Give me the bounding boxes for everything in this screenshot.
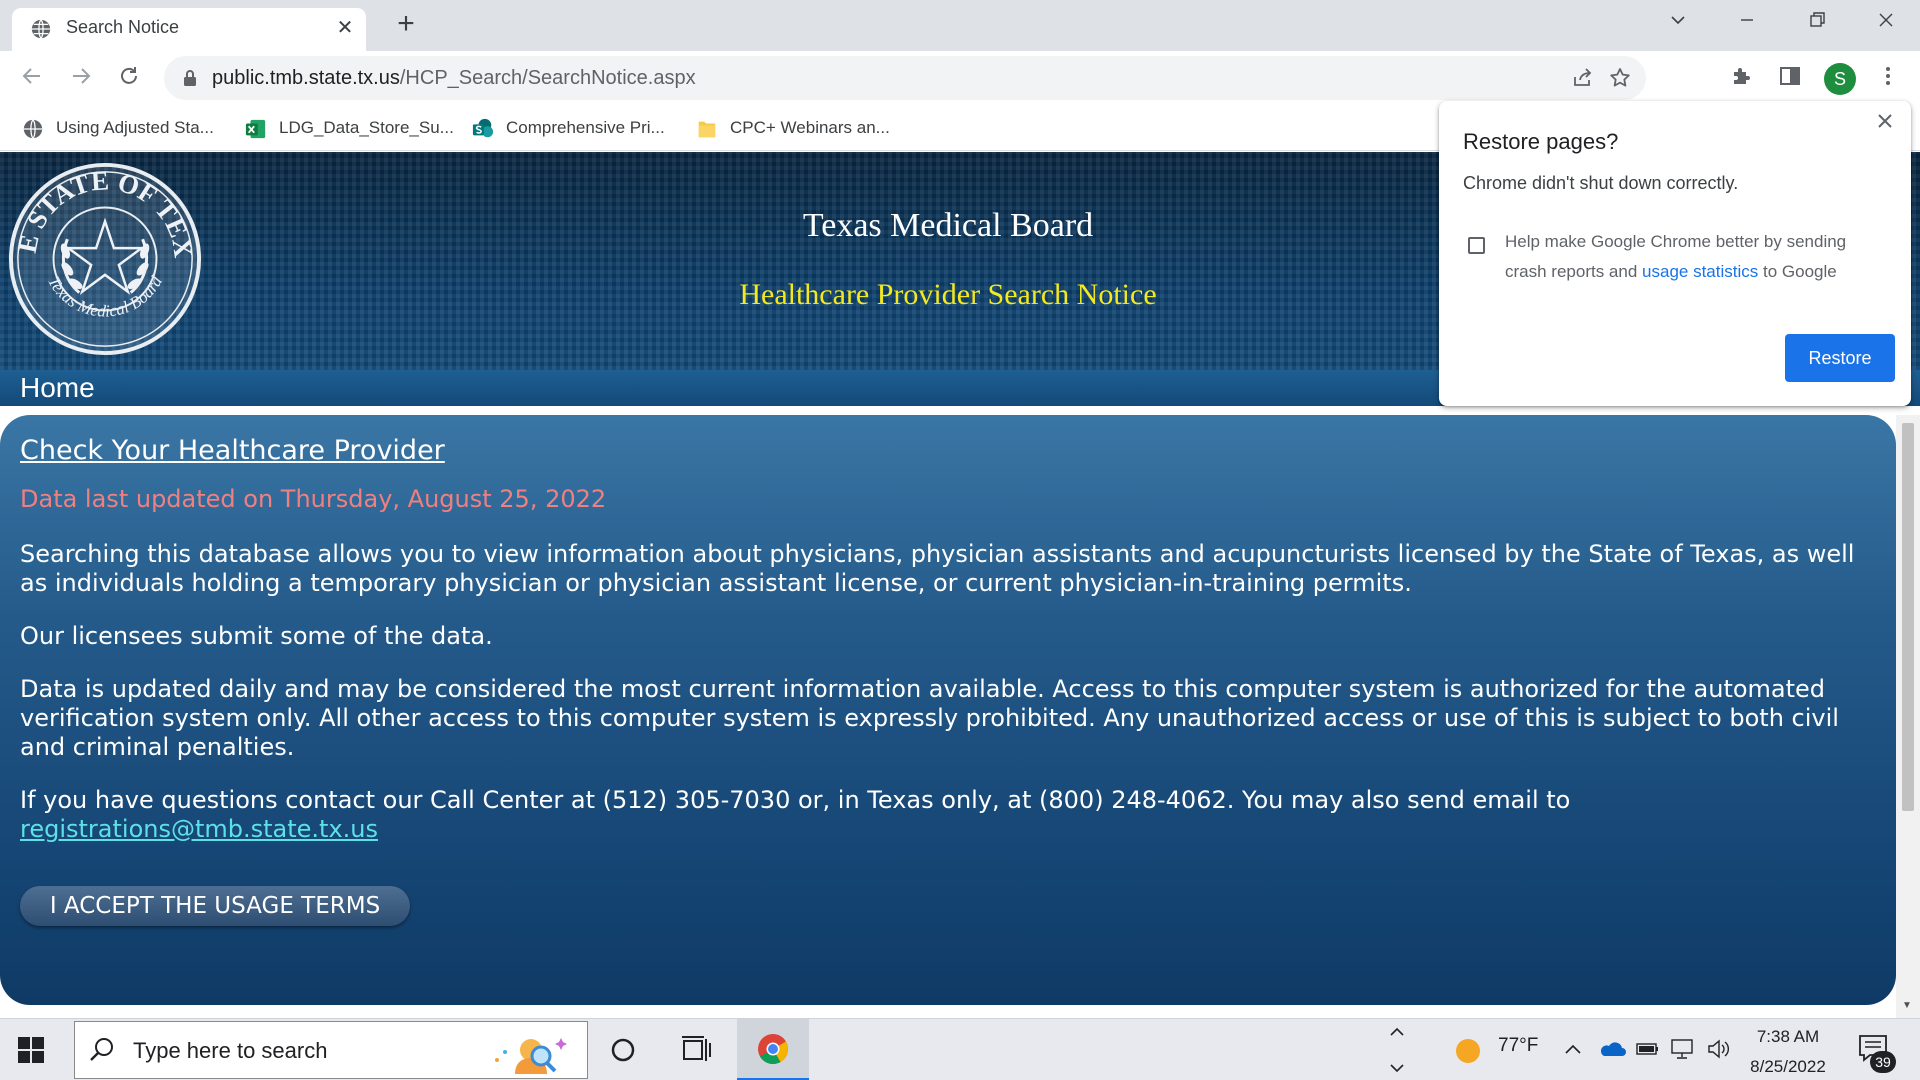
lock-icon[interactable]: [182, 69, 198, 87]
bookmark-label: LDG_Data_Store_Su...: [279, 118, 454, 137]
taskbar-search-placeholder: Type here to search: [133, 1038, 328, 1063]
notice-paragraph-scope: Searching this database allows you to vi…: [20, 540, 1855, 597]
bookmark-item[interactable]: Comprehensive Pri...: [472, 115, 665, 141]
bookmark-label: CPC+ Webinars an...: [730, 118, 890, 137]
tab-strip: Search Notice ✕ +: [0, 0, 1920, 51]
url-host: public.tmb.state.tx.us: [212, 67, 400, 89]
windows-start-icon[interactable]: [18, 1037, 44, 1063]
minimize-icon[interactable]: [1733, 10, 1761, 38]
excel-icon: [245, 119, 266, 138]
weather-sun-icon[interactable]: [1454, 1037, 1482, 1065]
restore-window-icon[interactable]: [1803, 10, 1831, 38]
tab-close-icon[interactable]: ✕: [334, 17, 356, 39]
scroll-down-arrow-icon[interactable]: ▼: [1902, 1000, 1912, 1011]
browser-toolbar: public.tmb.state.tx.us/HCP_Search/Search…: [0, 51, 1920, 105]
notice-paragraph-contact: If you have questions contact our Call C…: [20, 786, 1880, 844]
profile-avatar[interactable]: S: [1824, 63, 1856, 95]
globe-icon: [23, 118, 43, 139]
search-highlight-illustration: [495, 1038, 567, 1074]
crash-report-checkbox[interactable]: [1468, 237, 1485, 254]
network-icon[interactable]: [1670, 1037, 1696, 1061]
page-scrollbar[interactable]: ▼: [1896, 415, 1920, 1018]
checkbox-text-after: to Google: [1763, 262, 1837, 281]
taskbar-scroll-arrows-icon[interactable]: [1386, 1023, 1408, 1077]
notification-count-badge: 39: [1870, 1051, 1896, 1073]
battery-icon[interactable]: [1636, 1041, 1660, 1057]
url-text: public.tmb.state.tx.us/HCP_Search/Search…: [212, 67, 696, 90]
clock-time: 7:38 AM: [1756, 1027, 1820, 1046]
nav-home-link[interactable]: Home: [20, 372, 95, 404]
new-tab-button[interactable]: +: [393, 9, 419, 39]
dialog-message: Chrome didn't shut down correctly.: [1463, 173, 1739, 193]
taskbar-search-box[interactable]: Type here to search: [74, 1021, 588, 1079]
browser-tab[interactable]: Search Notice ✕: [12, 8, 366, 51]
bookmark-label: Comprehensive Pri...: [506, 118, 665, 137]
notice-paragraph-licensees: Our licensees submit some of the data.: [20, 622, 493, 650]
dialog-title: Restore pages?: [1463, 129, 1619, 154]
texas-seal-logo: THE STATE OF TEXAS Texas Medical Board: [6, 160, 202, 356]
contact-text: If you have questions contact our Call C…: [20, 786, 1571, 814]
windows-taskbar: Type here to search 77°F 7:38 AM 8/25/20…: [0, 1018, 1920, 1080]
bookmark-item[interactable]: LDG_Data_Store_Su...: [245, 115, 454, 141]
tab-title: Search Notice: [66, 17, 180, 37]
side-panel-icon[interactable]: [1776, 64, 1804, 92]
volume-speaker-icon[interactable]: [1706, 1037, 1730, 1061]
back-arrow-icon[interactable]: [18, 64, 46, 92]
taskbar-clock[interactable]: 7:38 AM 8/25/2022: [1738, 1025, 1838, 1079]
onedrive-cloud-icon[interactable]: [1598, 1039, 1626, 1059]
crash-report-label: Help make Google Chrome better by sendin…: [1505, 227, 1885, 287]
email-link[interactable]: registrations@tmb.state.tx.us: [20, 815, 378, 843]
sharepoint-icon: [472, 118, 494, 137]
data-updated-text: Data last updated on Thursday, August 25…: [20, 485, 607, 513]
scrollbar-thumb[interactable]: [1902, 423, 1914, 811]
notice-paragraph-authorization: Data is updated daily and may be conside…: [20, 675, 1839, 761]
reload-icon[interactable]: [115, 64, 143, 92]
dialog-close-icon[interactable]: [1873, 111, 1897, 135]
notice-panel: Check Your Healthcare Provider Data last…: [0, 415, 1896, 1005]
bookmark-star-icon[interactable]: [1607, 66, 1633, 92]
globe-icon: [31, 19, 51, 39]
tab-search-chevron-icon[interactable]: [1664, 10, 1692, 38]
bookmark-item[interactable]: CPC+ Webinars an...: [696, 115, 890, 141]
chrome-menu-icon[interactable]: [1874, 64, 1902, 92]
show-hidden-icons-chevron-icon[interactable]: [1564, 1041, 1582, 1057]
close-window-icon[interactable]: [1872, 10, 1900, 38]
search-icon: [90, 1038, 113, 1061]
task-view-icon[interactable]: [660, 1019, 732, 1080]
restore-button[interactable]: Restore: [1785, 334, 1895, 382]
accept-usage-terms-button[interactable]: I ACCEPT THE USAGE TERMS: [20, 886, 410, 926]
bookmark-label: Using Adjusted Sta...: [56, 118, 214, 137]
restore-pages-dialog: Restore pages? Chrome didn't shut down c…: [1439, 101, 1911, 406]
cortana-icon[interactable]: [587, 1019, 659, 1080]
clock-date: 8/25/2022: [1750, 1057, 1826, 1076]
folder-icon: [698, 121, 716, 137]
share-icon[interactable]: [1570, 66, 1596, 92]
address-bar[interactable]: public.tmb.state.tx.us/HCP_Search/Search…: [164, 56, 1646, 100]
chrome-taskbar-icon[interactable]: [737, 1019, 809, 1080]
forward-arrow-icon[interactable]: [67, 64, 95, 92]
url-path: /HCP_Search/SearchNotice.aspx: [399, 67, 696, 89]
weather-temperature[interactable]: 77°F: [1498, 1035, 1538, 1057]
extensions-puzzle-icon[interactable]: [1728, 64, 1756, 92]
notice-heading[interactable]: Check Your Healthcare Provider: [20, 435, 445, 466]
bookmark-item[interactable]: Using Adjusted Sta...: [22, 115, 214, 141]
usage-statistics-link[interactable]: usage statistics: [1642, 262, 1758, 281]
